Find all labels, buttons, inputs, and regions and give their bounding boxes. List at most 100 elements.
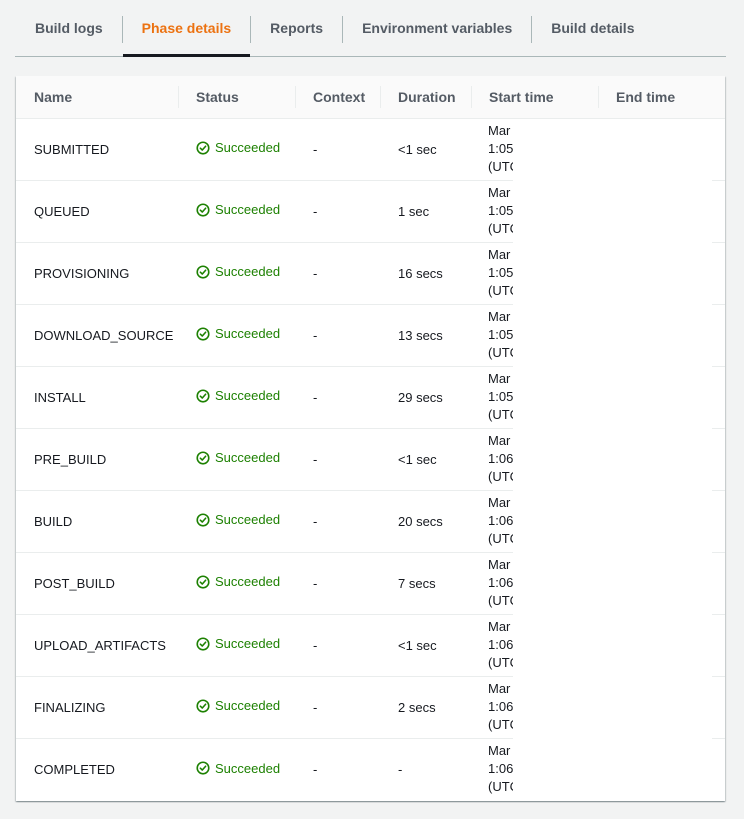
status-badge: Succeeded <box>196 388 280 403</box>
status-badge: Succeeded <box>196 574 280 589</box>
table-row: DOWNLOAD_SOURCE Succeeded - 13 secs Mar … <box>16 304 725 367</box>
status-badge: Succeeded <box>196 698 280 713</box>
phase-status: Succeeded <box>178 552 295 615</box>
phase-end-time <box>598 738 725 800</box>
status-text: Succeeded <box>215 264 281 280</box>
start-time-line: (UTC <box>488 345 513 360</box>
table-row: POST_BUILD Succeeded - 7 secs Mar 1:06 (… <box>16 552 725 615</box>
phase-status: Succeeded <box>178 738 295 800</box>
start-time-line: (UTC <box>488 779 513 795</box>
phase-duration: <1 sec <box>380 118 471 181</box>
start-time-line: Mar <box>488 123 511 138</box>
phase-start-time: Mar 1:05 (UTC <box>471 180 598 243</box>
phase-context: - <box>295 490 380 553</box>
check-circle-icon <box>196 637 210 651</box>
tab-build-logs[interactable]: Build logs <box>15 0 122 56</box>
phase-name: QUEUED <box>16 180 178 243</box>
phase-end-time <box>598 366 725 429</box>
phase-status: Succeeded <box>178 118 295 181</box>
phase-status: Succeeded <box>178 428 295 491</box>
phase-name: COMPLETED <box>34 761 115 777</box>
status-text: Succeeded <box>215 636 281 652</box>
tab-reports[interactable]: Reports <box>250 0 342 56</box>
start-time-line: Mar <box>488 743 511 759</box>
phase-end-time <box>598 676 725 739</box>
table-row: BUILD Succeeded - 20 secs Mar 1:06 (UTC <box>16 490 725 553</box>
column-header-duration[interactable]: Duration <box>380 76 471 119</box>
status-badge: Succeeded <box>196 140 280 155</box>
phase-duration: <1 sec <box>380 428 471 491</box>
status-badge: Succeeded <box>196 450 280 465</box>
column-header-name[interactable]: Name <box>16 76 178 119</box>
phase-status: Succeeded <box>178 242 295 305</box>
status-badge: Succeeded <box>196 761 280 776</box>
table-row: PROVISIONING Succeeded - 16 secs Mar 1:0… <box>16 242 725 305</box>
phase-duration: 1 sec <box>380 180 471 243</box>
start-time-line: Mar <box>488 371 511 386</box>
tab-bar: Build logs Phase details Reports Environ… <box>15 0 726 57</box>
phase-duration: 13 secs <box>380 304 471 367</box>
phase-context: - <box>313 761 318 777</box>
start-time-line: Mar <box>488 247 511 262</box>
phase-start-time: Mar 1:06 (UTC <box>471 614 598 677</box>
start-time-line: Mar <box>488 309 511 324</box>
status-text: Succeeded <box>215 202 281 218</box>
start-time-line: 1:05 <box>488 327 513 342</box>
start-time-line: 1:05 <box>488 389 513 404</box>
check-circle-icon <box>196 203 210 217</box>
phase-context: - <box>295 552 380 615</box>
check-circle-icon <box>196 141 210 155</box>
phase-end-time <box>598 490 725 553</box>
check-circle-icon <box>196 451 210 465</box>
phase-status: Succeeded <box>178 676 295 739</box>
phase-duration: 7 secs <box>380 552 471 615</box>
phase-context: - <box>295 118 380 181</box>
phase-end-time <box>598 180 725 243</box>
phase-name: SUBMITTED <box>16 118 178 181</box>
phase-duration: 2 secs <box>380 676 471 739</box>
phase-duration: 20 secs <box>380 490 471 553</box>
start-time-line: Mar <box>488 557 511 572</box>
start-time-line: 1:06 <box>488 513 513 528</box>
tab-environment-variables[interactable]: Environment variables <box>342 0 531 56</box>
phase-start-time: Mar 1:06 (UTC <box>471 490 598 553</box>
start-time-line: 1:06 <box>488 761 513 777</box>
start-time-line: (UTC <box>488 717 513 732</box>
phase-name: INSTALL <box>16 366 178 429</box>
phase-name: FINALIZING <box>16 676 178 739</box>
column-header-status[interactable]: Status <box>178 76 295 119</box>
status-text: Succeeded <box>215 140 281 156</box>
phase-start-time: Mar 1:06 (UTC <box>471 738 598 800</box>
column-header-start-time[interactable]: Start time <box>471 76 598 119</box>
table-row: COMPLETED Succeeded - - Mar 1:06 (UTC <box>16 738 725 800</box>
start-time-line: (UTC <box>488 469 513 484</box>
phase-status: Succeeded <box>178 490 295 553</box>
table-row: INSTALL Succeeded - 29 secs Mar 1:05 (UT… <box>16 366 725 429</box>
phase-end-time <box>598 552 725 615</box>
phase-start-time: Mar 1:05 (UTC <box>471 304 598 367</box>
tab-build-details[interactable]: Build details <box>531 0 653 56</box>
status-badge: Succeeded <box>196 512 280 527</box>
table-row: PRE_BUILD Succeeded - <1 sec Mar 1:06 (U… <box>16 428 725 491</box>
phase-context: - <box>295 304 380 367</box>
phase-details-page: Build logs Phase details Reports Environ… <box>0 0 744 819</box>
table-header-row: Name Status Context Duration Start time … <box>16 76 725 119</box>
check-circle-icon <box>196 265 210 279</box>
tab-phase-details[interactable]: Phase details <box>121 0 251 57</box>
start-time-line: (UTC <box>488 531 513 546</box>
check-circle-icon <box>196 513 210 527</box>
phase-end-time <box>598 242 725 305</box>
start-time-line: (UTC <box>488 655 513 670</box>
column-header-end-time[interactable]: End time <box>598 76 725 119</box>
column-header-context[interactable]: Context <box>295 76 380 119</box>
phase-start-time: Mar 1:06 (UTC <box>471 552 598 615</box>
phase-start-time: Mar 1:06 (UTC <box>471 428 598 491</box>
start-time-line: Mar <box>488 433 511 448</box>
table-row: FINALIZING Succeeded - 2 secs Mar 1:06 (… <box>16 676 725 739</box>
phase-name: PROVISIONING <box>16 242 178 305</box>
check-circle-icon <box>196 327 210 341</box>
table-row: QUEUED Succeeded - 1 sec Mar 1:05 (UTC <box>16 180 725 243</box>
status-badge: Succeeded <box>196 326 280 341</box>
phase-status: Succeeded <box>178 614 295 677</box>
status-text: Succeeded <box>215 698 281 714</box>
